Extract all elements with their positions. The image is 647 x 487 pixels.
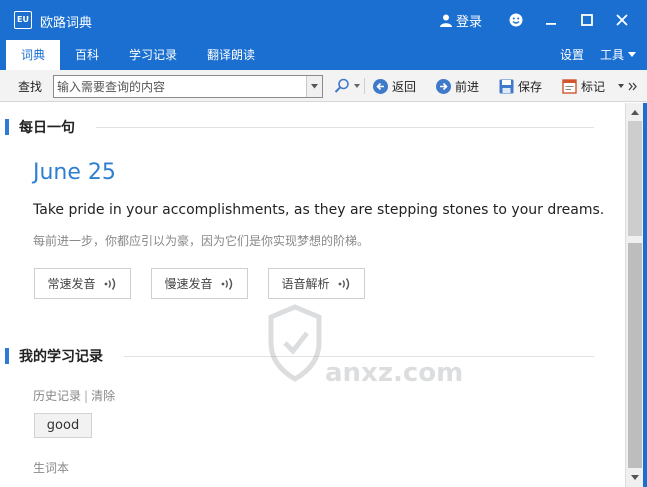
daily-sentence-header: 每日一句 — [0, 117, 75, 137]
chevron-down-icon — [311, 84, 318, 89]
double-chevron-right-icon — [628, 82, 637, 90]
study-records-title: 我的学习记录 — [19, 349, 103, 365]
slow-speed-label: 慢速发音 — [164, 277, 213, 291]
floppy-disk-icon — [499, 79, 514, 93]
find-label: 查找 — [18, 80, 43, 94]
vertical-scrollbar[interactable] — [625, 103, 643, 487]
close-icon — [616, 14, 628, 26]
user-icon — [440, 14, 452, 27]
chevron-down-icon — [631, 474, 639, 480]
tab-dictionary[interactable]: 词典 — [6, 40, 60, 70]
section-accent-bar — [5, 348, 9, 364]
tools-menu[interactable]: 工具 — [600, 40, 637, 70]
scroll-track[interactable] — [628, 243, 642, 468]
settings-menu[interactable]: 设置 — [560, 40, 584, 70]
daily-sentence-title: 每日一句 — [19, 120, 75, 136]
bookmark-button[interactable]: 标记 — [562, 76, 605, 96]
daily-sentence-zh: 每前进一步，你都应引以为豪，因为它们是你实现梦想的阶梯。 — [33, 234, 370, 248]
maximize-icon — [581, 14, 593, 26]
app-logo-icon: EU — [14, 11, 32, 29]
slow-speed-audio-button[interactable]: 慢速发音 — [151, 268, 248, 299]
bookmark-label: 标记 — [581, 79, 606, 94]
login-label: 登录 — [456, 15, 483, 30]
tab-encyclopedia[interactable]: 百科 — [64, 40, 110, 70]
search-button[interactable] — [334, 76, 360, 96]
forward-arrow-icon — [436, 78, 451, 94]
toolbar: 查找 返回 前进 保存 标记 — [0, 70, 647, 102]
forward-label: 前进 — [455, 79, 480, 94]
watermark-text: anxz.com — [325, 358, 464, 388]
maximize-button[interactable] — [577, 10, 597, 30]
speech-analysis-button[interactable]: 语音解析 — [268, 268, 365, 299]
scroll-up-button[interactable] — [627, 104, 643, 120]
smiley-icon — [509, 13, 523, 27]
speech-analysis-label: 语音解析 — [281, 277, 330, 291]
tools-label: 工具 — [600, 48, 625, 62]
section-accent-bar — [5, 119, 9, 135]
search-box — [53, 75, 323, 98]
shield-watermark-icon — [268, 304, 322, 382]
window-border — [643, 103, 647, 487]
section-divider — [96, 127, 594, 128]
chevron-down-icon — [354, 84, 360, 88]
save-button[interactable]: 保存 — [499, 76, 542, 96]
toolbar-divider — [364, 78, 365, 94]
toolbar-overflow-button[interactable] — [618, 76, 637, 96]
chevron-down-icon — [628, 52, 637, 57]
speaker-waves-icon — [104, 277, 115, 290]
title-bar: EU 欧路词典 登录 — [0, 0, 647, 40]
history-label: 历史记录 — [33, 389, 82, 403]
normal-speed-audio-button[interactable]: 常速发音 — [34, 268, 131, 299]
window-title: 欧路词典 — [40, 16, 93, 31]
watermark: anxz.com — [265, 303, 463, 393]
history-item-chip[interactable]: good — [34, 413, 92, 438]
content-area: 每日一句 June 25 Take pride in your accompli… — [0, 103, 625, 487]
forward-button[interactable]: 前进 — [436, 76, 479, 96]
chevron-up-icon — [631, 109, 639, 115]
search-input[interactable] — [57, 77, 305, 96]
clear-history-link[interactable]: 清除 — [91, 389, 115, 403]
login-button[interactable]: 登录 — [440, 11, 482, 30]
search-history-dropdown[interactable] — [306, 76, 322, 97]
speaker-waves-icon — [221, 277, 232, 290]
scroll-thumb[interactable] — [628, 121, 642, 236]
skin-button[interactable] — [506, 10, 526, 30]
history-row: 历史记录 | 清除 — [33, 389, 116, 403]
close-button[interactable] — [612, 10, 632, 30]
tab-translate-read[interactable]: 翻译朗读 — [200, 40, 262, 70]
daily-sentence-en: Take pride in your accomplishments, as t… — [33, 202, 605, 218]
back-label: 返回 — [392, 79, 417, 94]
scroll-down-button[interactable] — [627, 469, 643, 485]
tab-bar: 词典 百科 学习记录 翻译朗读 设置 工具 — [0, 40, 647, 70]
speaker-waves-icon — [338, 277, 349, 290]
normal-speed-label: 常速发音 — [47, 277, 96, 291]
vocabulary-book-label[interactable]: 生词本 — [33, 459, 69, 476]
notepad-icon — [562, 78, 577, 94]
minimize-button[interactable] — [541, 10, 561, 30]
back-arrow-icon — [373, 78, 388, 94]
magnifier-icon — [334, 78, 349, 93]
minimize-icon — [546, 23, 556, 25]
daily-date: June 25 — [33, 160, 116, 185]
tab-study-records[interactable]: 学习记录 — [122, 40, 184, 70]
study-records-header: 我的学习记录 — [0, 346, 103, 366]
chevron-down-icon — [618, 84, 624, 88]
save-label: 保存 — [518, 79, 543, 94]
back-button[interactable]: 返回 — [373, 76, 416, 96]
